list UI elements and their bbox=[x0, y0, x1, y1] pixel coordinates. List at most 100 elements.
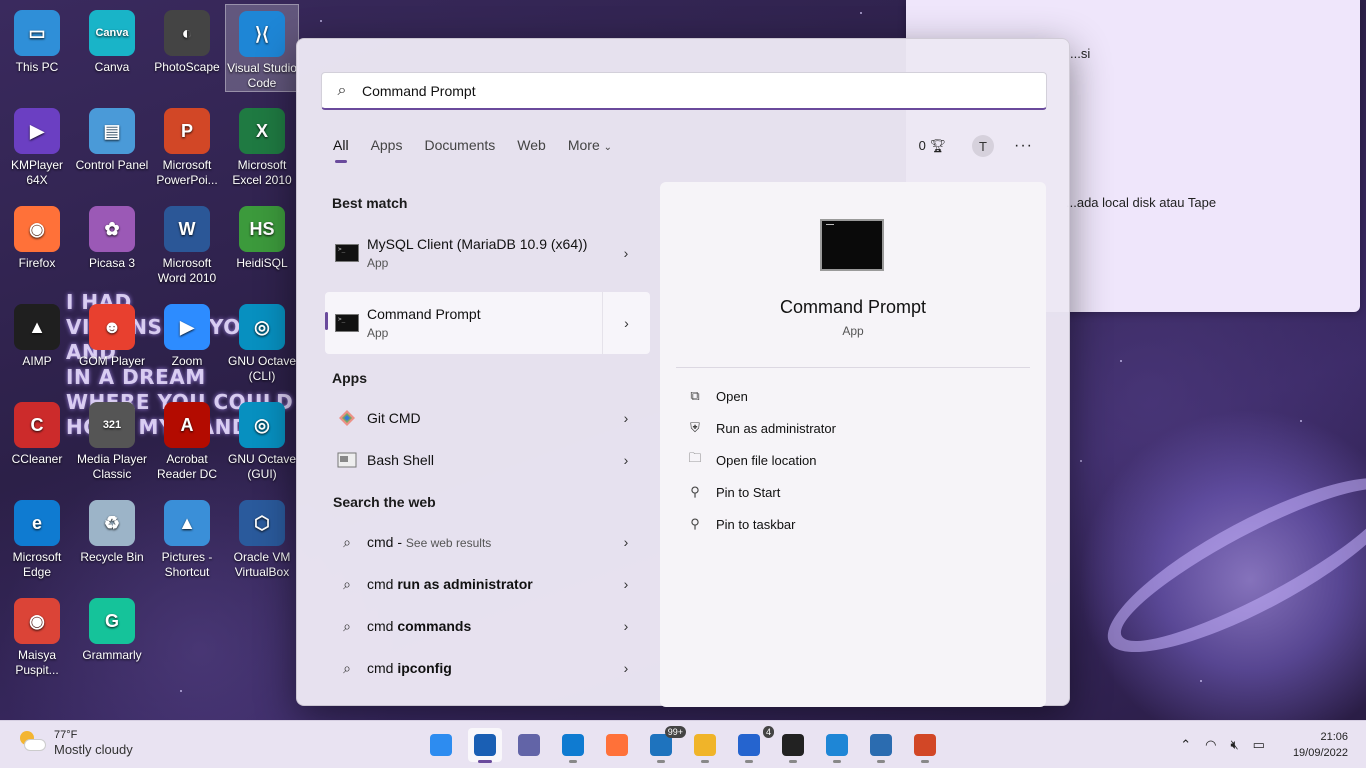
desktop-icon-label: Picasa 3 bbox=[88, 256, 136, 270]
taskbar-edge-button[interactable] bbox=[556, 728, 590, 763]
web-result-query: cmd bbox=[367, 660, 394, 676]
desktop-icon-acrobat[interactable]: A Acrobat Reader DC bbox=[150, 396, 224, 482]
taskbar-file-explorer-button[interactable] bbox=[688, 728, 722, 763]
desktop-icon-label: This PC bbox=[15, 60, 59, 74]
chevron-right-icon[interactable]: › bbox=[602, 606, 650, 646]
filter-tab-web[interactable]: Web bbox=[517, 137, 546, 163]
taskbar-teams-chat-button[interactable] bbox=[512, 728, 546, 762]
clock-time: 21:06 bbox=[1320, 731, 1348, 743]
desktop-icon-powerpoint[interactable]: P Microsoft PowerPoi... bbox=[150, 102, 224, 188]
desktop-icon-zoom[interactable]: ▶ Zoom bbox=[150, 298, 224, 369]
desktop-icon-label: Microsoft PowerPoi... bbox=[156, 158, 218, 187]
photoscape-icon: ◐ bbox=[164, 10, 210, 56]
web-result-query: cmd bbox=[367, 534, 394, 550]
taskbar-firefox-button[interactable] bbox=[600, 728, 634, 762]
desktop-icon-kmplayer[interactable]: ▶ KMPlayer 64X bbox=[0, 102, 74, 188]
running-indicator bbox=[701, 760, 709, 763]
desktop-icon-chrome[interactable]: ◉ Maisya Puspit... bbox=[0, 592, 74, 678]
filter-tab-documents[interactable]: Documents bbox=[424, 137, 495, 163]
running-indicator bbox=[478, 760, 492, 763]
taskbar-sticky-notes-button[interactable] bbox=[776, 728, 810, 763]
desktop-icon-grammarly[interactable]: G Grammarly bbox=[75, 592, 149, 663]
desktop-icon-octave[interactable]: ◎ GNU Octave (CLI) bbox=[225, 298, 299, 384]
taskbar-start-button[interactable] bbox=[424, 728, 458, 762]
result-mysql-client[interactable]: MySQL Client (MariaDB 10.9 (x64)) App › bbox=[325, 225, 650, 281]
chevron-right-icon[interactable]: › bbox=[602, 440, 650, 480]
web-result-suggestion: commands bbox=[397, 618, 472, 634]
desktop-icon-firefox[interactable]: ◉ Firefox bbox=[0, 200, 74, 271]
result-command-prompt[interactable]: Command Prompt App › bbox=[325, 292, 650, 354]
filter-tab-more[interactable]: More ⌄ bbox=[568, 137, 612, 163]
desktop-icon-picasa[interactable]: ✿ Picasa 3 bbox=[75, 200, 149, 271]
chevron-right-icon[interactable]: › bbox=[602, 225, 650, 281]
taskbar-todo-button[interactable]: 4 bbox=[732, 726, 774, 763]
chevron-up-icon[interactable]: ⌃ bbox=[1180, 737, 1191, 753]
desktop-icon-excel[interactable]: X Microsoft Excel 2010 bbox=[225, 102, 299, 188]
desktop-icon-heidisql[interactable]: HS HeidiSQL bbox=[225, 200, 299, 271]
taskbar-search-button[interactable] bbox=[468, 728, 502, 763]
search-input[interactable] bbox=[362, 82, 1002, 99]
more-options-button[interactable]: ··· bbox=[1014, 137, 1033, 155]
action-open[interactable]: ⧉ Open bbox=[686, 385, 747, 407]
app-result-bash-shell[interactable]: Bash Shell › bbox=[325, 440, 650, 480]
volume-muted-icon[interactable]: 🔇︎ bbox=[1230, 737, 1238, 753]
desktop-icon-media-player[interactable]: 321 Media Player Classic bbox=[75, 396, 149, 482]
chevron-right-icon[interactable]: › bbox=[602, 648, 650, 688]
account-avatar[interactable]: T bbox=[972, 135, 995, 157]
desktop-icon-pictures-folder[interactable]: ▲ Pictures - Shortcut bbox=[150, 494, 224, 580]
chevron-down-icon: ⌄ bbox=[603, 142, 613, 153]
desktop-icon-aimp[interactable]: ▲ AIMP bbox=[0, 298, 74, 369]
search-box[interactable]: ⌕ bbox=[321, 72, 1047, 110]
rewards-points[interactable]: 0 🏆︎ bbox=[919, 138, 946, 154]
action-pin-to-start[interactable]: ⚲ Pin to Start bbox=[686, 481, 780, 503]
desktop-icon-octave-gui[interactable]: ◎ GNU Octave (GUI) bbox=[225, 396, 299, 482]
desktop-icon-label: HeidiSQL bbox=[236, 256, 288, 270]
desktop-icon-edge[interactable]: e Microsoft Edge bbox=[0, 494, 74, 580]
desktop-icon-ccleaner[interactable]: C CCleaner bbox=[0, 396, 74, 467]
clock-date: 19/09/2022 bbox=[1292, 747, 1348, 759]
partly-cloudy-icon bbox=[18, 731, 46, 755]
desktop-icon-control-panel[interactable]: ▤ Control Panel bbox=[75, 102, 149, 173]
web-result-cmd-commands[interactable]: ⌕ cmd commands › bbox=[325, 606, 650, 646]
action-run-as-administrator[interactable]: ⛨ Run as administrator bbox=[686, 417, 836, 439]
action-label: Run as administrator bbox=[716, 420, 836, 436]
app-result-git-cmd[interactable]: Git CMD › bbox=[325, 398, 650, 438]
desktop-icon-recycle-bin[interactable]: ♻ Recycle Bin bbox=[75, 494, 149, 565]
desktop-icon-gom-player[interactable]: ☻ GOM Player bbox=[75, 298, 149, 369]
clock[interactable]: 21:06 19/09/2022 bbox=[1293, 729, 1348, 761]
desktop-icon-computer[interactable]: ▭ This PC bbox=[0, 4, 74, 75]
zoom-icon: ▶ bbox=[164, 304, 210, 350]
desktop-icon-label: Canva bbox=[94, 60, 130, 74]
web-result-suggestion: ipconfig bbox=[397, 660, 452, 676]
battery-icon[interactable]: ▭ bbox=[1253, 737, 1265, 753]
chevron-right-icon[interactable]: › bbox=[602, 292, 650, 354]
chevron-right-icon[interactable]: › bbox=[602, 522, 650, 562]
web-result-cmd[interactable]: ⌕ cmd - See web results › bbox=[325, 522, 650, 562]
desktop-icon-photoscape[interactable]: ◐ PhotoScape bbox=[150, 4, 224, 75]
action-pin-to-taskbar[interactable]: ⚲ Pin to taskbar bbox=[686, 513, 795, 535]
action-open-file-location[interactable]: 🗀︎ Open file location bbox=[686, 449, 816, 471]
taskbar-photos-button[interactable] bbox=[864, 728, 898, 763]
weather-widget[interactable]: 77°F Mostly cloudy bbox=[18, 729, 133, 757]
taskbar-vscode-button[interactable] bbox=[820, 728, 854, 763]
filter-tab-apps[interactable]: Apps bbox=[371, 137, 403, 163]
desktop-icon-label: Microsoft Edge bbox=[12, 550, 62, 579]
taskbar-powerpoint-button[interactable] bbox=[908, 728, 942, 763]
desktop-icon-virtualbox[interactable]: ⬡ Oracle VM VirtualBox bbox=[225, 494, 299, 580]
web-result-cmd-ipconfig[interactable]: ⌕ cmd ipconfig › bbox=[325, 648, 650, 688]
chevron-right-icon[interactable]: › bbox=[602, 564, 650, 604]
web-result-cmd-run-as-administrator[interactable]: ⌕ cmd run as administrator › bbox=[325, 564, 650, 604]
firefox-icon: ◉ bbox=[14, 206, 60, 252]
desktop-icon-word[interactable]: W Microsoft Word 2010 bbox=[150, 200, 224, 286]
wifi-icon[interactable]: ◠ bbox=[1205, 737, 1216, 753]
taskbar-mail-button[interactable]: 99+ bbox=[644, 726, 686, 763]
desktop-icon-label: Recycle Bin bbox=[80, 550, 144, 564]
chevron-right-icon[interactable]: › bbox=[602, 398, 650, 438]
desktop-icon-vscode[interactable]: ⟩⟨ Visual Studio Code bbox=[225, 4, 299, 92]
desktop-icon-label: Grammarly bbox=[82, 648, 142, 662]
filter-tab-all[interactable]: All bbox=[333, 137, 349, 163]
folder-icon: 🗀︎ bbox=[688, 450, 702, 465]
desktop-icon-canva[interactable]: Canva Canva bbox=[75, 4, 149, 75]
canva-icon: Canva bbox=[89, 10, 135, 56]
running-indicator bbox=[833, 760, 841, 763]
